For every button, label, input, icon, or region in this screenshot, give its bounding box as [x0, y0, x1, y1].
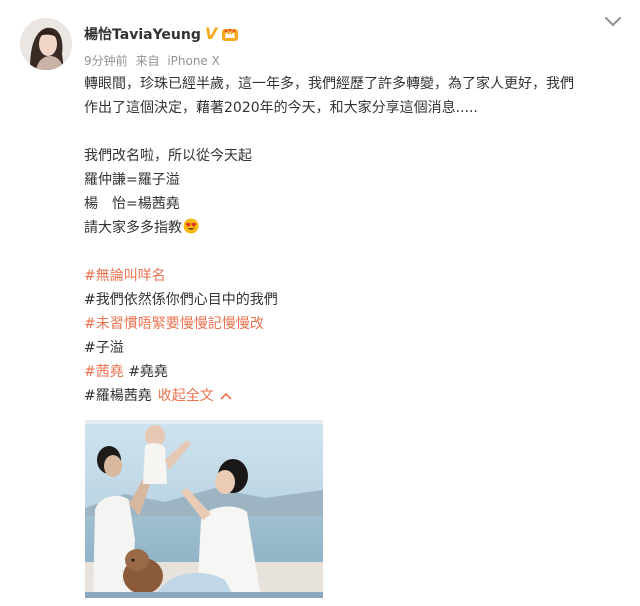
- collapse-full-text-link[interactable]: 收起全文: [158, 388, 214, 404]
- hashtag-link[interactable]: #我們依然係你們心目中的我們: [84, 292, 278, 308]
- username[interactable]: 楊怡TaviaYeung V: [84, 24, 239, 44]
- hashtag-link[interactable]: #茜堯: [84, 364, 124, 380]
- hashtag-link[interactable]: #無論叫咩名: [84, 268, 166, 284]
- post-device[interactable]: iPhone X: [167, 54, 220, 68]
- post-text-line: 楊 怡=楊茜堯: [84, 196, 180, 212]
- chevron-down-icon[interactable]: [604, 16, 622, 28]
- source-prefix: 来自: [135, 54, 160, 68]
- avatar[interactable]: [20, 18, 72, 70]
- hashtag-link[interactable]: #堯堯: [128, 364, 168, 380]
- post-content: 轉眼間，珍珠已經半歲，這一年多，我們經歷了許多轉變，為了家人更好，我們 作出了這…: [84, 72, 620, 408]
- post-time[interactable]: 9分钟前: [84, 54, 128, 68]
- heart-eyes-emoji-icon: [183, 218, 199, 234]
- post-meta: 9分钟前 来自 iPhone X: [84, 52, 224, 69]
- post-text-line: 羅仲謙=羅子溢: [84, 172, 180, 188]
- post-text: 請大家多多指教: [84, 220, 182, 236]
- post-text-line: 作出了這個決定，藉著2020年的今天，和大家分享這個消息.....: [84, 100, 478, 116]
- verified-badge-icon: V: [204, 24, 218, 43]
- chevron-up-icon[interactable]: [220, 392, 232, 400]
- username-text[interactable]: 楊怡TaviaYeung: [84, 24, 201, 44]
- hashtag-link[interactable]: #羅楊茜堯: [84, 388, 152, 404]
- post-photo[interactable]: [85, 420, 323, 598]
- hashtag-link[interactable]: #未習慣唔緊要慢慢記慢慢改: [84, 316, 264, 332]
- post-text-line-with-emoji: 請大家多多指教: [84, 216, 620, 240]
- post-text-line: 轉眼間，珍珠已經半歲，這一年多，我們經歷了許多轉變，為了家人更好，我們: [84, 76, 574, 92]
- post-text-line: 我們改名啦，所以從今天起: [84, 148, 252, 164]
- weibo-post-card: 楊怡TaviaYeung V 9分钟前 来自 iPhone X 轉眼間，珍珠已經…: [0, 0, 640, 606]
- hashtag-link[interactable]: #子溢: [84, 340, 124, 356]
- crown-badge-icon: [222, 28, 239, 41]
